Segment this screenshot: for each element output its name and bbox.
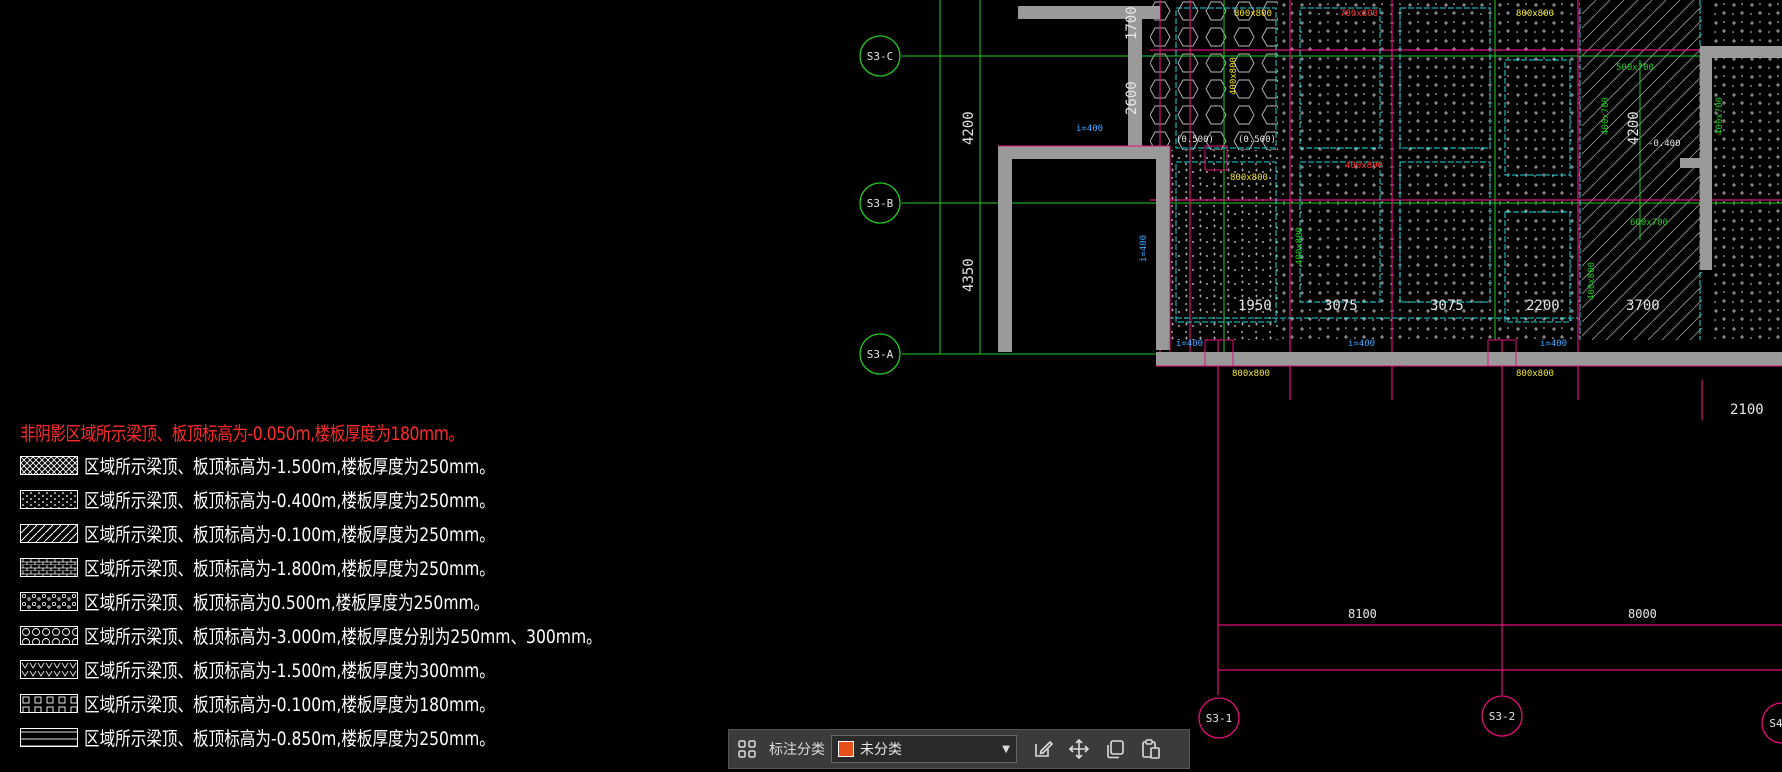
dim-2100: 2100 xyxy=(1730,402,1764,418)
beam-label: 800x800 xyxy=(1230,173,1268,183)
dim-1950: 1950 xyxy=(1238,298,1272,314)
grid-icon[interactable] xyxy=(732,734,762,764)
dim-4200-left: 4200 xyxy=(961,111,977,145)
copy-icon[interactable] xyxy=(1100,734,1130,764)
hatch-region-dots-top xyxy=(1280,0,1580,340)
grid-bubble-s3a[interactable]: S3-A xyxy=(859,333,901,375)
dim-8000: 8000 xyxy=(1628,607,1657,621)
annotation-category-label: 标注分类 xyxy=(769,742,825,758)
slope-mark: i=400 xyxy=(1076,124,1103,134)
legend-text: 区域所示梁顶、板顶标高为-1.800m,楼板厚度为250mm。 xyxy=(84,557,495,580)
grid-bubble-s3c[interactable]: S3-C xyxy=(859,35,901,77)
svg-text:S4: S4 xyxy=(1769,717,1782,730)
legend-swatch-gravel xyxy=(20,591,78,611)
grid-bubble-s31[interactable]: S3-1 xyxy=(1198,697,1240,739)
annotation-toolbar: 标注分类 未分类 ▼ xyxy=(728,729,1190,769)
beam-label: 400x700 xyxy=(1601,97,1611,135)
svg-text:S3-2: S3-2 xyxy=(1489,710,1516,723)
beam-label: 400x800 xyxy=(1345,161,1383,171)
category-select-value: 未分类 xyxy=(860,742,902,758)
dim-1700: 1700 xyxy=(1124,6,1140,40)
legend-text: 区域所示梁顶、板顶标高为-0.100m,楼板厚度为180mm。 xyxy=(84,693,495,716)
svg-text:S3-C: S3-C xyxy=(867,50,894,63)
svg-text:S3-A: S3-A xyxy=(867,348,894,361)
legend-swatch-triangles xyxy=(20,659,78,679)
legend-row: 区域所示梁顶、板顶标高为-0.400m,楼板厚度为250mm。 xyxy=(20,482,620,516)
legend-swatch-lines xyxy=(20,727,78,747)
beam-label: 400x700 xyxy=(1715,97,1725,135)
hatch-region-hex xyxy=(1150,0,1278,150)
legend-swatch-crosshatch xyxy=(20,455,78,475)
slab-elevation-legend: 非阴影区域所示梁顶、板顶标高为-0.050m,楼板厚度为180mm。 区域所示梁… xyxy=(20,420,620,754)
beam-label: 400x800 xyxy=(1587,262,1597,300)
legend-text: 区域所示梁顶、板顶标高为-1.500m,楼板厚度为300mm。 xyxy=(84,659,495,682)
grid-bubble-s3b[interactable]: S3-B xyxy=(859,182,901,224)
legend-swatch-circles xyxy=(20,625,78,645)
legend-row: 区域所示梁顶、板顶标高为-1.800m,楼板厚度为250mm。 xyxy=(20,550,620,584)
legend-row: 区域所示梁顶、板顶标高为-1.500m,楼板厚度为300mm。 xyxy=(20,652,620,686)
grid-bubble-s4[interactable]: S4 xyxy=(1761,702,1782,744)
elevation-mark: (0.500) xyxy=(1176,135,1214,145)
dim-3075b: 3075 xyxy=(1430,298,1464,314)
legend-row: 区域所示梁顶、板顶标高为-0.100m,楼板厚度为250mm。 xyxy=(20,516,620,550)
elevation-mark: (0.500) xyxy=(1238,135,1276,145)
dim-4350: 4350 xyxy=(961,258,977,292)
legend-row: 区域所示梁顶、板顶标高为0.500m,楼板厚度为250mm。 xyxy=(20,584,620,618)
svg-text:S3-1: S3-1 xyxy=(1206,712,1233,725)
beam-label: 500x700 xyxy=(1616,63,1654,73)
beam-label: 600x700 xyxy=(1630,218,1668,228)
legend-row: 区域所示梁顶、板顶标高为-3.000m,楼板厚度分别为250mm、300mm。 xyxy=(20,618,620,652)
dim-3700: 3700 xyxy=(1626,298,1660,314)
slope-mark: i=400 xyxy=(1139,235,1149,262)
edit-icon[interactable] xyxy=(1028,734,1058,764)
paste-icon[interactable] xyxy=(1136,734,1166,764)
legend-text: 区域所示梁顶、板顶标高为-0.850m,楼板厚度为250mm。 xyxy=(84,727,495,750)
legend-text: 区域所示梁顶、板顶标高为-1.500m,楼板厚度为250mm。 xyxy=(84,455,495,478)
elevation-mark: -0.400 xyxy=(1648,139,1681,149)
legend-swatch-brick xyxy=(20,557,78,577)
category-color-chip xyxy=(838,741,854,757)
dim-2600: 2600 xyxy=(1124,81,1140,115)
legend-text: 区域所示梁顶、板顶标高为0.500m,楼板厚度为250mm。 xyxy=(84,591,490,614)
dim-8100: 8100 xyxy=(1348,607,1377,621)
move-icon[interactable] xyxy=(1064,734,1094,764)
legend-text: 区域所示梁顶、板顶标高为-0.100m,楼板厚度为250mm。 xyxy=(84,523,495,546)
legend-title: 非阴影区域所示梁顶、板顶标高为-0.050m,楼板厚度为180mm。 xyxy=(20,423,464,445)
legend-swatch-blocks xyxy=(20,693,78,713)
slope-mark: i=400 xyxy=(1540,339,1567,349)
dim-4200-right: 4200 xyxy=(1626,111,1642,145)
legend-swatch-dots xyxy=(20,489,78,509)
legend-row: 区域所示梁顶、板顶标高为-0.100m,楼板厚度为180mm。 xyxy=(20,686,620,720)
annotation-category-select[interactable]: 未分类 ▼ xyxy=(831,735,1017,763)
dim-3075a: 3075 xyxy=(1324,298,1358,314)
slope-mark: i=400 xyxy=(1176,339,1203,349)
beam-label: 800x800 xyxy=(1516,369,1554,379)
hatch-region-stairs xyxy=(1582,0,1702,340)
dim-2200: 2200 xyxy=(1526,298,1560,314)
beam-label: 400x800 xyxy=(1295,227,1305,265)
beam-label: 400x800 xyxy=(1229,57,1239,95)
chevron-down-icon: ▼ xyxy=(1002,743,1010,755)
slope-mark: i=400 xyxy=(1348,339,1375,349)
svg-text:S3-B: S3-B xyxy=(867,197,894,210)
beam-label: 800x800 xyxy=(1516,9,1554,19)
grid-bubble-s32[interactable]: S3-2 xyxy=(1481,695,1523,737)
legend-row: 区域所示梁顶、板顶标高为-0.850m,楼板厚度为250mm。 xyxy=(20,720,620,754)
legend-swatch-diagonal xyxy=(20,523,78,543)
legend-text: 区域所示梁顶、板顶标高为-3.000m,楼板厚度分别为250mm、300mm。 xyxy=(84,625,602,648)
beam-label: 800x800 xyxy=(1232,369,1270,379)
beam-label: 800x800 xyxy=(1234,9,1272,19)
legend-row: 区域所示梁顶、板顶标高为-1.500m,楼板厚度为250mm。 xyxy=(20,448,620,482)
legend-text: 区域所示梁顶、板顶标高为-0.400m,楼板厚度为250mm。 xyxy=(84,489,495,512)
beam-label: 700x800 xyxy=(1340,9,1378,19)
